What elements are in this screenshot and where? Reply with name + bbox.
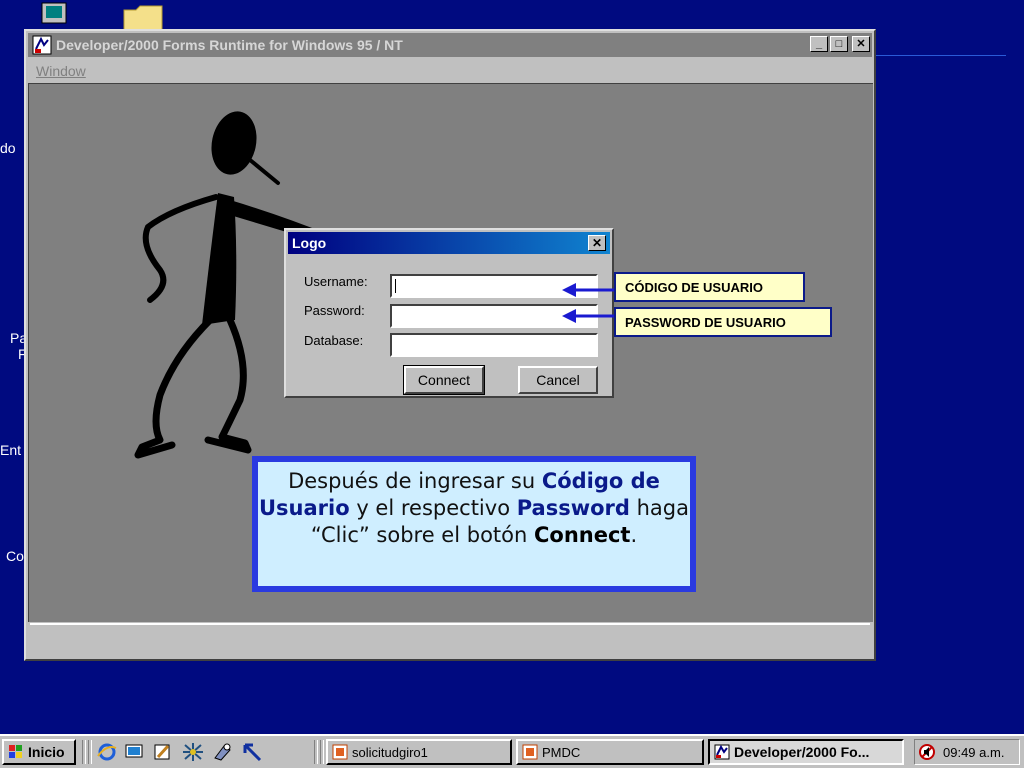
database-label: Database: (304, 333, 364, 348)
desktop-label[interactable]: Co (6, 548, 24, 564)
highlight-password: Password (516, 496, 630, 520)
password-label: Password: (304, 303, 365, 318)
start-button[interactable]: Inicio (2, 739, 76, 765)
maximize-button[interactable]: □ (830, 36, 848, 52)
status-bar (30, 623, 870, 655)
connect-button[interactable]: Connect (403, 365, 485, 395)
taskbar: Inicio solicitudgiro1 PMDC Developer/200… (0, 734, 1024, 768)
network-tool-icon[interactable] (182, 742, 204, 762)
background-window-edge (876, 55, 1006, 56)
dialog-title: Logo (292, 235, 327, 251)
folder-icon[interactable] (122, 4, 164, 30)
taskbar-separator (320, 740, 324, 764)
database-input[interactable] (390, 333, 598, 357)
show-desktop-icon[interactable] (124, 742, 146, 762)
callout-arrows (562, 283, 616, 323)
system-tray: 09:49 a.m. (914, 739, 1020, 765)
dialog-close-button[interactable]: ✕ (588, 235, 606, 251)
taskbar-separator (88, 740, 92, 764)
window-title: Developer/2000 Forms Runtime for Windows… (56, 37, 403, 53)
oracle-forms-icon (32, 35, 52, 55)
cancel-button[interactable]: Cancel (518, 366, 598, 394)
task-solicitudgiro1[interactable]: solicitudgiro1 (326, 739, 512, 765)
instruction-text-part: Después de ingresar su (288, 469, 542, 493)
desktop-label[interactable]: Pa (10, 330, 24, 346)
dialog-titlebar[interactable]: Logo ✕ (288, 232, 610, 254)
instruction-text-part: y el respectivo (349, 496, 517, 520)
arrow-tool-icon[interactable] (242, 742, 264, 762)
desktop-label[interactable]: Ent (0, 442, 24, 458)
internet-explorer-icon[interactable] (96, 742, 118, 762)
powerpoint-icon (522, 744, 538, 760)
minimize-button[interactable]: _ (810, 36, 828, 52)
instruction-text: Después de ingresar su Código de Usuario… (256, 460, 692, 588)
task-pmdc[interactable]: PMDC (516, 739, 704, 765)
password-callout: PASSWORD DE USUARIO (614, 307, 832, 337)
highlight-connect: Connect (533, 523, 631, 547)
task-label: Developer/2000 Fo... (734, 744, 870, 760)
task-developer-2000[interactable]: Developer/2000 Fo... (708, 739, 904, 765)
task-label: solicitudgiro1 (352, 744, 428, 760)
menu-bar: Window (28, 59, 872, 83)
oracle-forms-icon (714, 744, 730, 760)
username-callout: CÓDIGO DE USUARIO (614, 272, 805, 302)
clock[interactable]: 09:49 a.m. (943, 745, 1004, 760)
desktop-label[interactable]: do (0, 140, 24, 156)
powerpoint-icon (332, 744, 348, 760)
close-button[interactable]: ✕ (852, 36, 870, 52)
window-titlebar[interactable]: Developer/2000 Forms Runtime for Windows… (28, 33, 872, 57)
volume-muted-icon[interactable] (919, 744, 935, 760)
text-caret (395, 279, 396, 293)
windows-logo-icon (9, 745, 22, 758)
edit-document-icon[interactable] (152, 742, 174, 762)
my-computer-icon[interactable] (40, 2, 70, 28)
taskbar-separator (314, 740, 318, 764)
tools-icon[interactable] (212, 742, 234, 762)
username-label: Username: (304, 274, 368, 289)
menu-window[interactable]: Window (36, 63, 86, 79)
instruction-text-part: . (630, 523, 638, 547)
taskbar-separator (82, 740, 86, 764)
start-label: Inicio (28, 744, 65, 760)
task-label: PMDC (542, 744, 581, 760)
instruction-box: Después de ingresar su Código de Usuario… (252, 456, 696, 592)
